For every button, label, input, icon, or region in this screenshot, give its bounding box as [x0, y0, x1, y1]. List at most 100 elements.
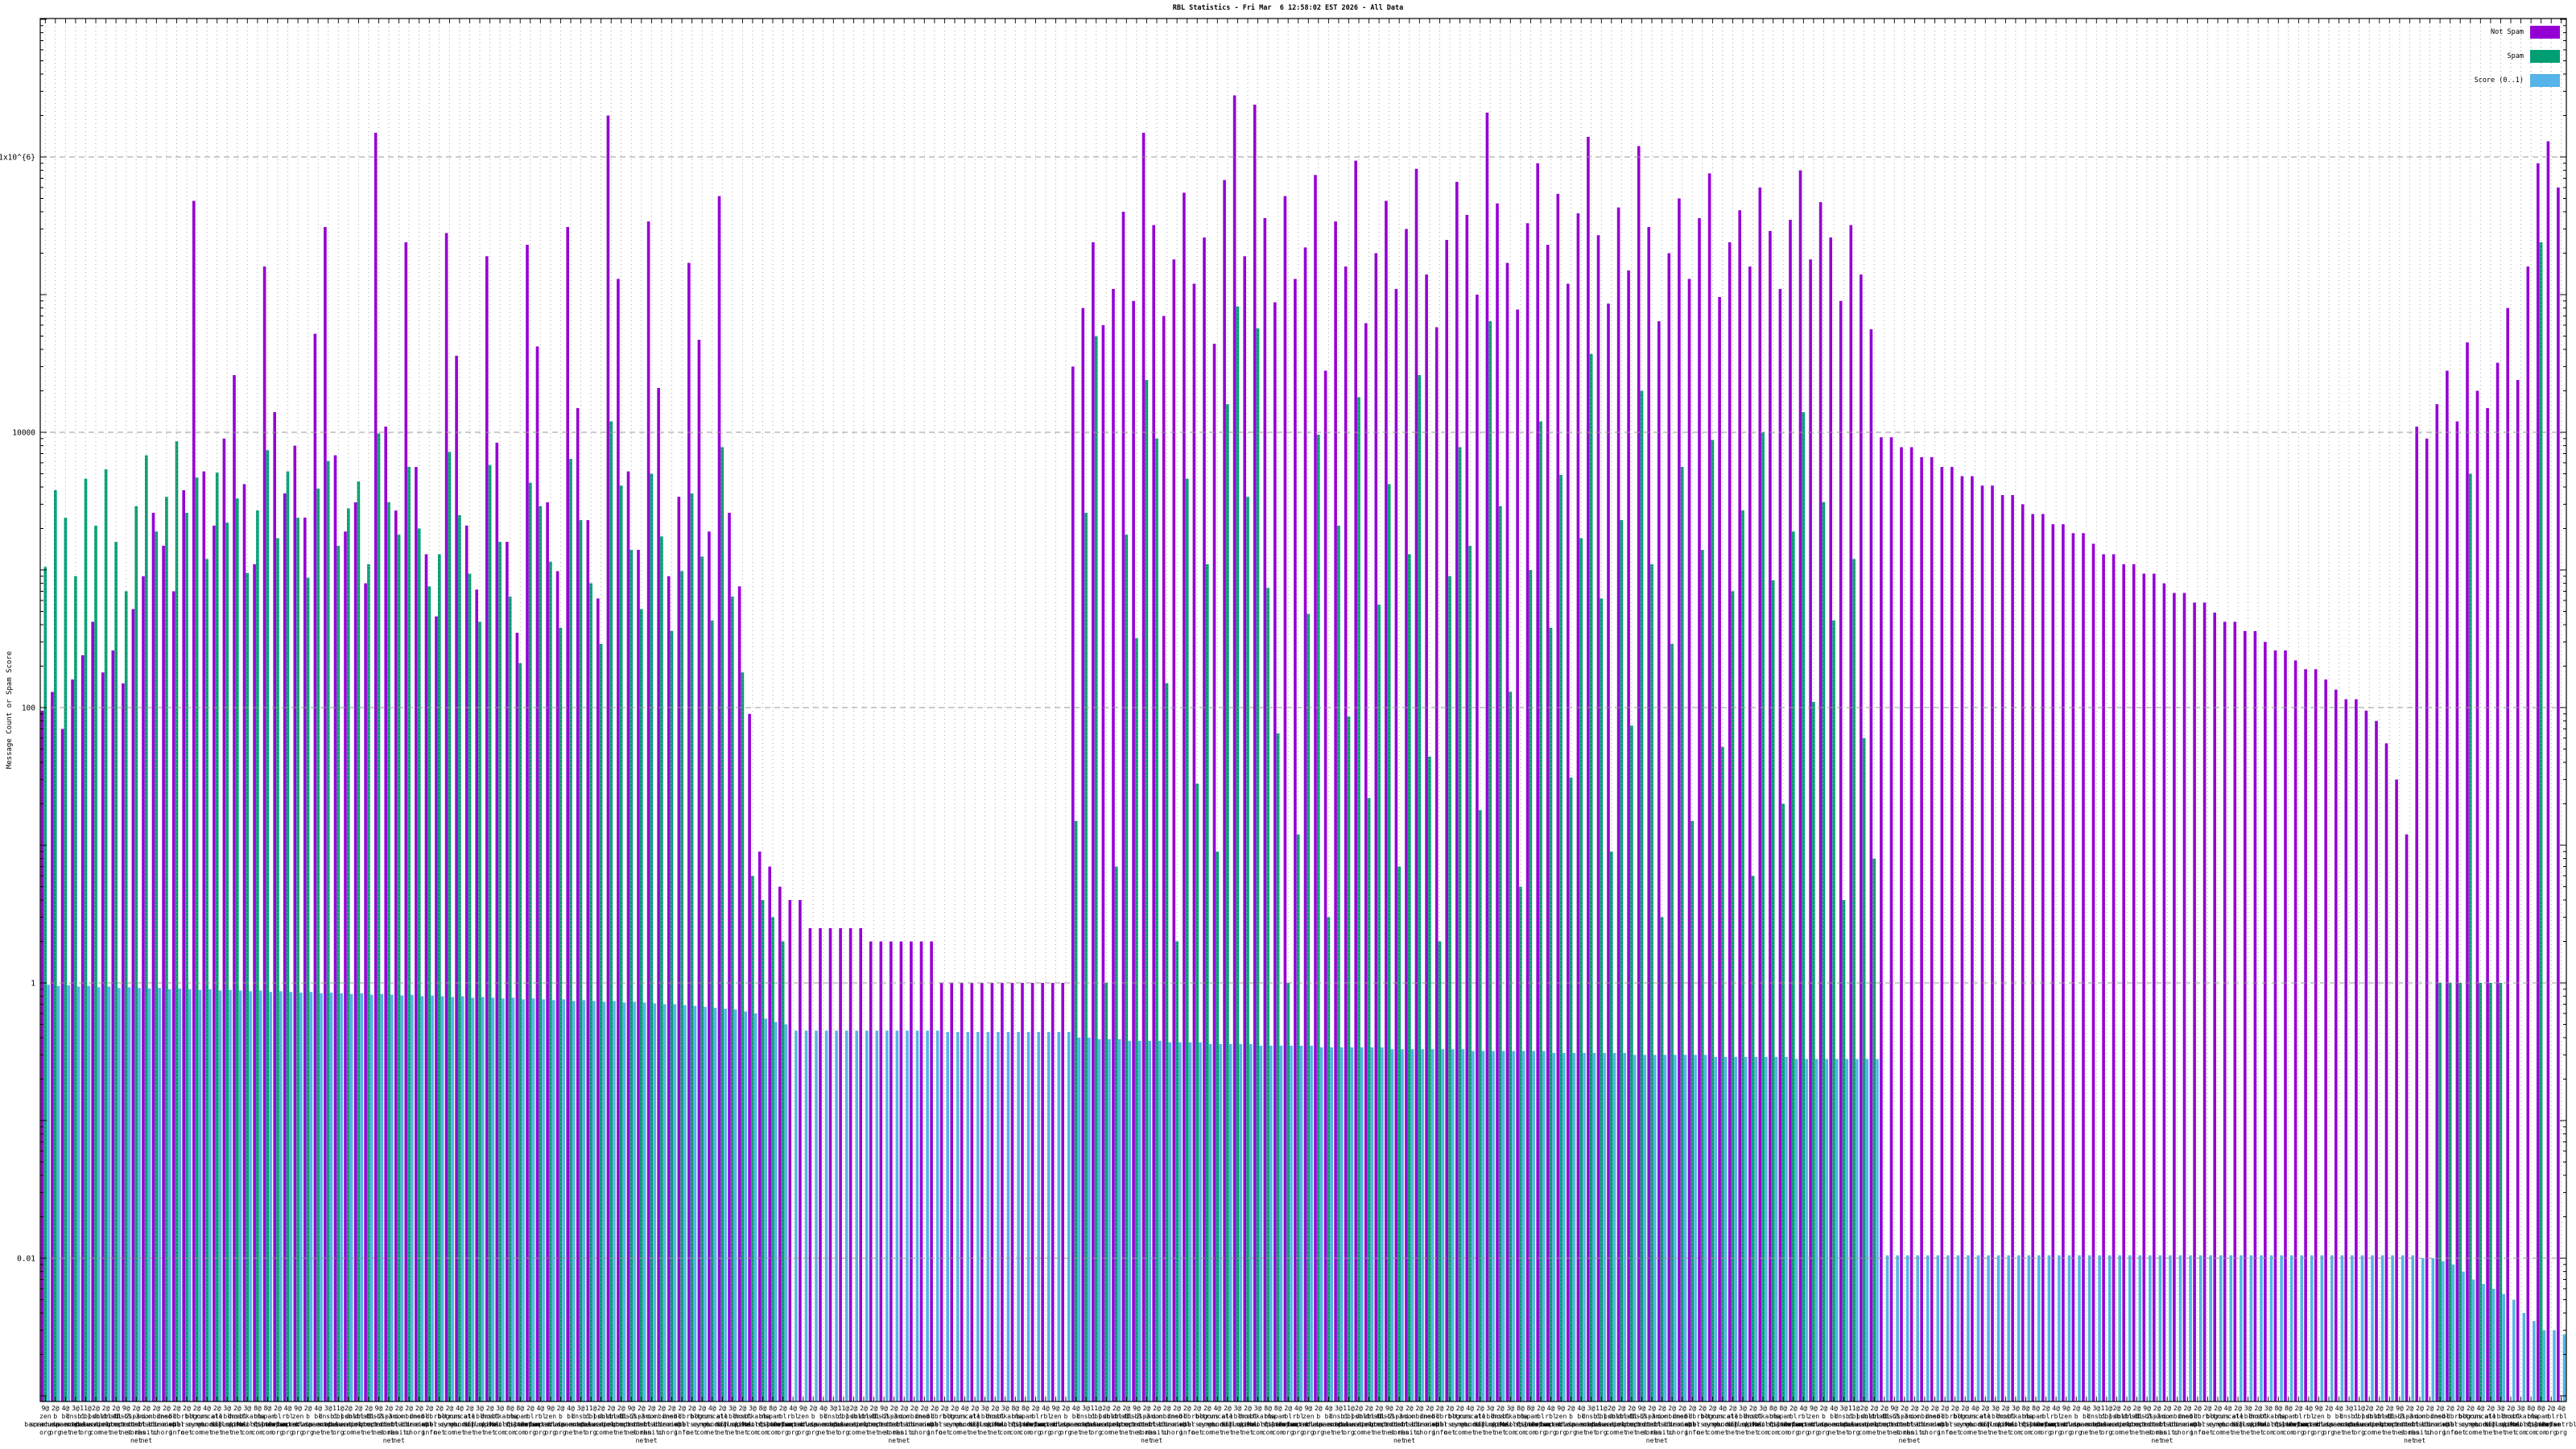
svg-text:2@: 2@	[2153, 1405, 2161, 1412]
svg-text:2@: 2@	[1062, 1405, 1070, 1412]
svg-text:2@: 2@	[2426, 1405, 2434, 1412]
svg-text:3@: 3@	[243, 1405, 251, 1412]
legend-item-notspam: Not Spam	[2318, 20, 2560, 44]
svg-text:3@: 3@	[1335, 1405, 1343, 1412]
svg-text:2@: 2@	[436, 1405, 444, 1412]
svg-text:3@: 3@	[749, 1405, 757, 1412]
svg-text:2@: 2@	[2507, 1405, 2515, 1412]
svg-text:3@: 3@	[476, 1405, 484, 1412]
legend-item-spam: Spam	[2318, 44, 2560, 68]
svg-text:2@: 2@	[951, 1405, 959, 1412]
svg-text:2@: 2@	[193, 1405, 201, 1412]
svg-text:2@: 2@	[1921, 1405, 1929, 1412]
svg-text:2@: 2@	[2376, 1405, 2384, 1412]
svg-text:4@: 4@	[1294, 1405, 1302, 1412]
svg-text:2@: 2@	[2365, 1405, 2373, 1412]
svg-text:9@: 9@	[2062, 1405, 2070, 1412]
svg-text:3@: 3@	[1840, 1405, 1848, 1412]
svg-text:bl: bl	[1284, 1413, 1292, 1420]
svg-text:all: all	[464, 1413, 476, 1420]
svg-text:2@: 2@	[1456, 1405, 1464, 1412]
svg-text:all: all	[1727, 1413, 1739, 1420]
svg-text:2@: 2@	[1678, 1405, 1686, 1412]
legend-label-notspam: Not Spam	[2491, 28, 2524, 36]
svg-text:ch: ch	[1163, 1429, 1171, 1436]
svg-text:bl: bl	[1790, 1413, 1798, 1420]
svg-text:9@: 9@	[880, 1405, 888, 1412]
svg-text:2@: 2@	[1032, 1405, 1040, 1412]
svg-text:8@: 8@	[506, 1405, 514, 1412]
svg-text:2@: 2@	[1608, 1405, 1616, 1412]
legend: Not Spam Spam Score (0..1)	[2318, 20, 2560, 93]
svg-text:4@: 4@	[1042, 1405, 1050, 1412]
svg-text:b: b	[2327, 1413, 2331, 1420]
svg-text:11@: 11@	[1848, 1405, 1860, 1412]
svg-text:11@: 11@	[332, 1405, 345, 1412]
svg-text:org: org	[2555, 1429, 2567, 1436]
svg-text:2@: 2@	[486, 1405, 494, 1412]
svg-text:9@: 9@	[547, 1405, 555, 1412]
rbl-statistics-chart: 0.011100100001x10^{6}9@zenspamhausorg2@b…	[0, 0, 2576, 1449]
svg-text:2@: 2@	[173, 1405, 181, 1412]
svg-text:2@: 2@	[890, 1405, 898, 1412]
svg-text:9@: 9@	[1890, 1405, 1898, 1412]
svg-text:3@: 3@	[2012, 1405, 2020, 1412]
svg-text:3@: 3@	[1234, 1405, 1242, 1412]
svg-text:2@: 2@	[2163, 1405, 2171, 1412]
svg-text:2@: 2@	[860, 1405, 868, 1412]
svg-text:bl: bl	[2547, 1413, 2555, 1420]
svg-text:4@: 4@	[789, 1405, 797, 1412]
svg-text:4@: 4@	[2557, 1405, 2566, 1412]
svg-text:2@: 2@	[1476, 1405, 1484, 1412]
svg-text:net: net	[1404, 1437, 1416, 1444]
svg-text:b: b	[559, 1413, 563, 1420]
svg-text:2@: 2@	[1102, 1405, 1110, 1412]
svg-text:all: all	[2485, 1413, 2497, 1420]
svg-text:2@: 2@	[850, 1405, 858, 1412]
svg-text:1x10^{6}: 1x10^{6}	[0, 154, 35, 163]
svg-text:3@: 3@	[1759, 1405, 1767, 1412]
svg-text:2@: 2@	[678, 1405, 686, 1412]
svg-text:2@: 2@	[920, 1405, 928, 1412]
svg-text:2@: 2@	[870, 1405, 878, 1412]
svg-text:2@: 2@	[1820, 1405, 1828, 1412]
svg-text:8@: 8@	[264, 1405, 272, 1412]
svg-text:b: b	[1316, 1413, 1320, 1420]
svg-text:100: 100	[22, 704, 35, 713]
svg-text:8@: 8@	[769, 1405, 777, 1412]
svg-text:2@: 2@	[52, 1405, 60, 1412]
svg-text:2@: 2@	[1981, 1405, 1989, 1412]
svg-text:zen: zen	[797, 1413, 809, 1420]
svg-text:bl: bl	[2295, 1413, 2303, 1420]
svg-text:rbl: rbl	[2555, 1413, 2567, 1420]
svg-text:2@: 2@	[2174, 1405, 2182, 1412]
svg-text:2@: 2@	[1961, 1405, 1969, 1412]
svg-text:3@: 3@	[72, 1405, 80, 1412]
svg-text:all: all	[1222, 1413, 1234, 1420]
svg-text:2@: 2@	[92, 1405, 100, 1412]
svg-text:2@: 2@	[688, 1405, 696, 1412]
svg-text:2@: 2@	[345, 1405, 353, 1412]
svg-text:4@: 4@	[1577, 1405, 1585, 1412]
svg-text:net: net	[2161, 1437, 2174, 1444]
svg-text:db: db	[1941, 1413, 1949, 1420]
svg-text:net: net	[1656, 1437, 1668, 1444]
svg-text:zen: zen	[545, 1413, 557, 1420]
svg-text:ch: ch	[1415, 1429, 1423, 1436]
svg-text:4@: 4@	[819, 1405, 828, 1412]
svg-text:2@: 2@	[1395, 1405, 1403, 1412]
svg-text:4@: 4@	[203, 1405, 211, 1412]
svg-text:2@: 2@	[1224, 1405, 1232, 1412]
svg-text:8@: 8@	[1022, 1405, 1030, 1412]
svg-text:2@: 2@	[2183, 1405, 2191, 1412]
svg-text:8@: 8@	[1011, 1405, 1019, 1412]
svg-text:all: all	[1474, 1413, 1486, 1420]
svg-text:zen: zen	[39, 1413, 52, 1420]
svg-text:2@: 2@	[2456, 1405, 2464, 1412]
svg-text:4@: 4@	[284, 1405, 292, 1412]
svg-text:9@: 9@	[1304, 1405, 1312, 1412]
svg-text:9@: 9@	[294, 1405, 302, 1412]
svg-text:db: db	[678, 1413, 686, 1420]
svg-text:2@: 2@	[1951, 1405, 1959, 1412]
svg-text:11@: 11@	[2353, 1405, 2365, 1412]
